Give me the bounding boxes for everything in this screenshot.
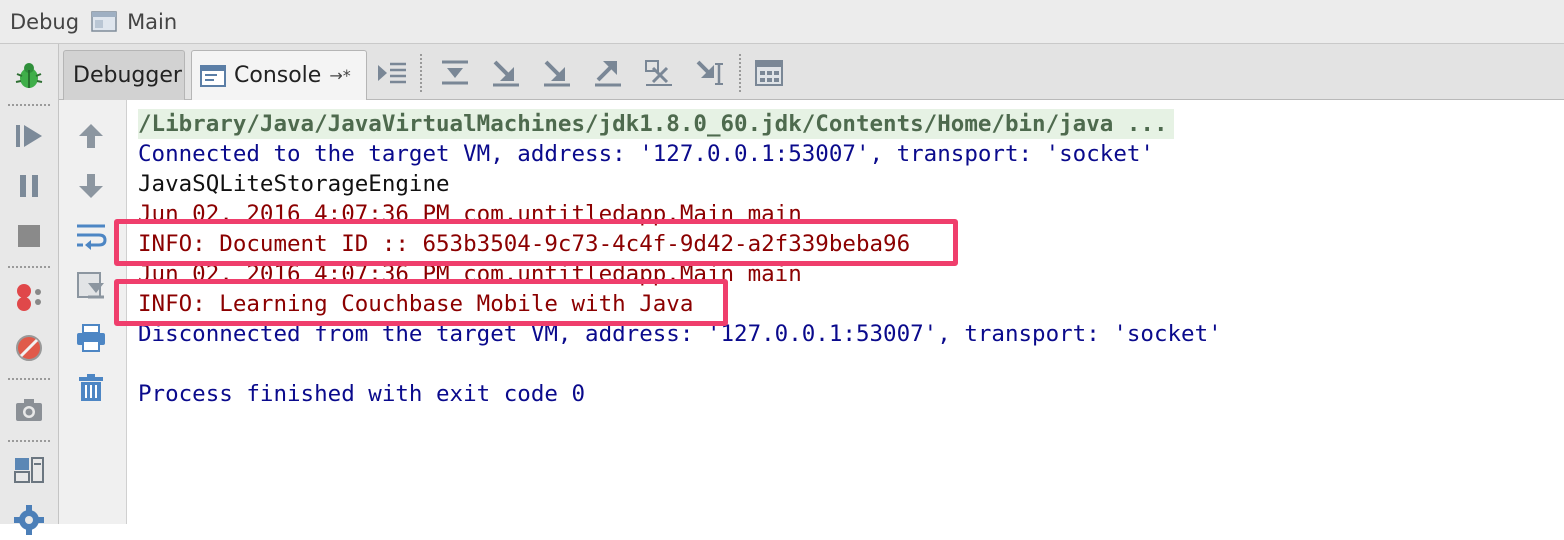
scroll-to-end-icon[interactable] bbox=[71, 266, 111, 306]
bug-icon[interactable] bbox=[9, 56, 49, 96]
run-to-cursor-icon[interactable] bbox=[691, 54, 729, 92]
evaluate-icon[interactable] bbox=[750, 54, 788, 92]
step-over-icon[interactable] bbox=[436, 54, 474, 92]
separator bbox=[739, 54, 741, 92]
run-config-icon bbox=[91, 10, 119, 34]
force-step-into-icon[interactable] bbox=[538, 54, 576, 92]
console-line-command: /Library/Java/JavaVirtualMachines/jdk1.8… bbox=[138, 109, 1174, 139]
separator bbox=[8, 104, 50, 106]
highlight-box-info-message bbox=[114, 279, 728, 326]
step-into-icon[interactable] bbox=[487, 54, 525, 92]
highlight-box-document-id bbox=[114, 219, 958, 266]
pin-tab-icon[interactable]: →* bbox=[329, 66, 350, 85]
stop-icon[interactable] bbox=[9, 216, 49, 256]
console-output[interactable]: /Library/Java/JavaVirtualMachines/jdk1.8… bbox=[114, 100, 1564, 524]
tab-console-label: Console bbox=[234, 63, 322, 88]
show-execution-point-icon[interactable] bbox=[373, 54, 411, 92]
console-line-stdout: JavaSQLiteStorageEngine bbox=[138, 171, 450, 197]
snapshot-icon[interactable] bbox=[9, 390, 49, 430]
debug-tab-row: Debugger Console →* bbox=[59, 44, 1564, 100]
mute-breakpoints-icon[interactable] bbox=[9, 328, 49, 368]
tab-debugger[interactable]: Debugger bbox=[63, 50, 185, 100]
separator bbox=[8, 440, 50, 442]
resume-icon[interactable] bbox=[9, 116, 49, 156]
settings-icon[interactable] bbox=[9, 500, 49, 540]
tab-debugger-label: Debugger bbox=[73, 63, 182, 88]
console-icon bbox=[200, 64, 226, 87]
soft-wrap-icon[interactable] bbox=[71, 216, 111, 256]
drop-frame-icon[interactable] bbox=[640, 54, 678, 92]
down-icon[interactable] bbox=[71, 166, 111, 206]
step-out-icon[interactable] bbox=[589, 54, 627, 92]
up-icon[interactable] bbox=[71, 116, 111, 156]
debug-left-toolbar bbox=[0, 44, 59, 535]
debug-window-title: Debug bbox=[10, 9, 80, 34]
tab-console[interactable]: Console →* bbox=[191, 50, 367, 100]
pause-icon[interactable] bbox=[9, 166, 49, 206]
print-icon[interactable] bbox=[71, 318, 111, 358]
separator bbox=[8, 378, 50, 380]
clear-icon[interactable] bbox=[71, 368, 111, 408]
console-line-connected: Connected to the target VM, address: '12… bbox=[138, 141, 1154, 167]
console-line-exit-code: Process finished with exit code 0 bbox=[138, 381, 586, 407]
layout-icon[interactable] bbox=[9, 450, 49, 490]
run-config-name[interactable]: Main bbox=[127, 10, 177, 34]
debug-title-bar: Debug Main bbox=[0, 0, 1564, 44]
separator bbox=[420, 54, 422, 92]
separator bbox=[8, 266, 50, 268]
breakpoints-icon[interactable] bbox=[9, 278, 49, 318]
